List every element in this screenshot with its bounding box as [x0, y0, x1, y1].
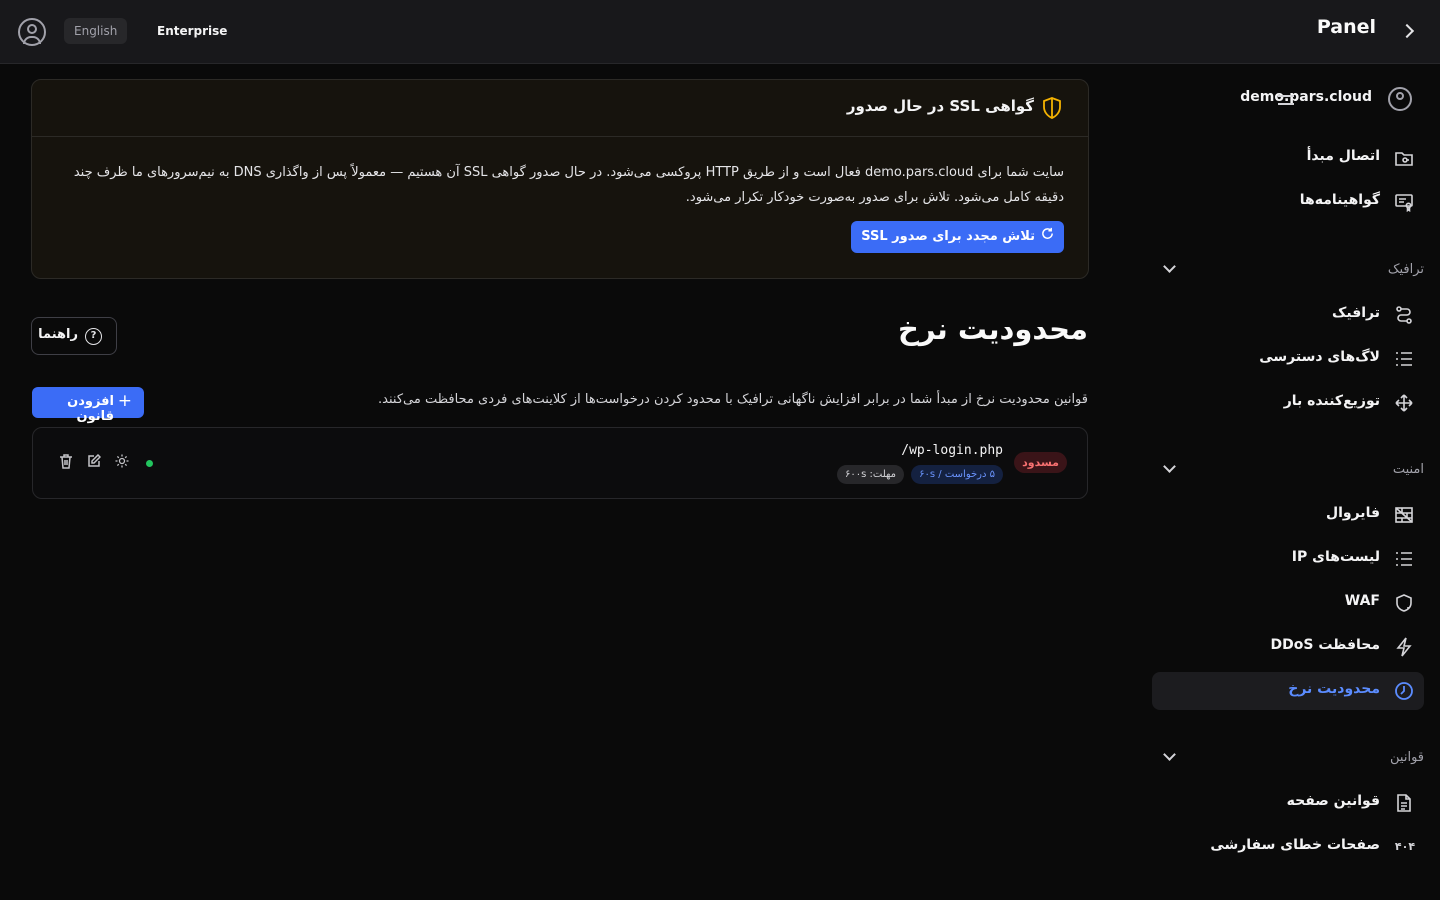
sidebar-item-ddos-protection[interactable]: محافظت DDoS [1152, 628, 1424, 666]
rule-path: /wp-login.php [901, 443, 1003, 458]
404-icon: ۴۰۴ [1394, 840, 1416, 853]
sidebar-item-label: فایروال [1325, 505, 1380, 521]
ssl-status-banner: گواهی SSL در حال صدور سایت شما برای demo… [31, 79, 1089, 279]
sidebar-item-label: ترافیک [1332, 305, 1380, 321]
add-rule-label: افزودن قانون [67, 394, 114, 424]
sidebar-item-firewall[interactable]: فایروال [1152, 496, 1424, 534]
shield-icon [1042, 97, 1062, 119]
retry-ssl-button[interactable]: تلاش مجدد برای صدور SSL [851, 221, 1064, 253]
plus-icon: + [117, 391, 132, 411]
sidebar-item-label: WAF [1344, 593, 1380, 609]
rate-chip: ۵ درخواست / ۶۰s [911, 465, 1003, 484]
action-badge: مسدود [1014, 452, 1067, 473]
sidebar-item-label: لاگ‌های دسترسی [1259, 349, 1380, 365]
section-label: ترافیک [1387, 262, 1424, 277]
rate-limit-rule-card: /wp-login.php مسدود ۵ درخواست / ۶۰s مهلت… [32, 427, 1088, 499]
refresh-icon [1041, 221, 1054, 253]
load-balancer-icon [1394, 393, 1414, 413]
sidebar-item-label: محدودیت نرخ [1288, 681, 1380, 697]
sidebar-item-access-logs[interactable]: لاگ‌های دسترسی [1152, 340, 1424, 378]
edit-icon[interactable] [86, 453, 102, 470]
sidebar-item-ip-lists[interactable]: لیست‌های IP [1152, 540, 1424, 578]
sidebar-item-traffic[interactable]: ترافیک [1152, 296, 1424, 334]
chevron-down-icon[interactable] [1163, 460, 1176, 473]
guide-button[interactable]: ? راهنما [31, 317, 117, 355]
banner-title: گواهی SSL در حال صدور [846, 97, 1034, 115]
status-indicator [146, 460, 153, 467]
sidebar-item-waf[interactable]: WAF [1152, 584, 1424, 622]
sidebar-collapse-icon[interactable] [1278, 95, 1294, 105]
sidebar-item-custom-error-pages[interactable]: ۴۰۴ صفحات خطای سفارشی [1152, 828, 1424, 866]
document-icon [1394, 793, 1414, 813]
timeout-chip: مهلت: ۶۰۰s [837, 465, 904, 484]
sidebar-item-load-balancer[interactable]: توزیع‌کننده بار [1152, 384, 1424, 422]
domain-name[interactable]: demo.pars.cloud [1240, 89, 1372, 105]
sun-icon[interactable] [114, 454, 130, 470]
domain-user-icon [1388, 87, 1412, 111]
sidebar-item-origin-connection[interactable]: اتصال مبدأ [1152, 139, 1424, 177]
help-icon: ? [85, 328, 102, 345]
plan-label: Enterprise [157, 24, 228, 38]
sidebar-section-security[interactable]: امنیت [1152, 460, 1424, 484]
firewall-icon [1394, 505, 1414, 525]
user-account-icon[interactable] [18, 18, 46, 46]
sidebar-item-certificates[interactable]: گواهینامه‌ها [1152, 183, 1424, 221]
folder-link-icon [1394, 148, 1414, 168]
trash-icon[interactable] [58, 454, 74, 470]
sidebar: demo.pars.cloud اتصال مبدأ گواهینامه‌ها … [1136, 65, 1440, 900]
panel-title: Panel [1316, 16, 1376, 38]
sidebar-item-label: توزیع‌کننده بار [1283, 393, 1380, 409]
sidebar-item-label: محافظت DDoS [1270, 637, 1380, 653]
add-rule-button[interactable]: + افزودن قانون [32, 387, 144, 424]
list-icon [1394, 349, 1414, 369]
sidebar-item-label: لیست‌های IP [1291, 549, 1380, 565]
sidebar-item-label: صفحات خطای سفارشی [1210, 837, 1380, 853]
sidebar-item-label: قوانین صفحه [1286, 793, 1380, 809]
language-switcher[interactable]: English [64, 18, 128, 44]
sidebar-item-label: اتصال مبدأ [1306, 148, 1380, 164]
chevron-right-icon[interactable] [1399, 23, 1415, 39]
clock-icon [1394, 681, 1414, 701]
banner-header: گواهی SSL در حال صدور [32, 80, 1088, 137]
sidebar-section-rules[interactable]: قوانین [1152, 748, 1424, 772]
page-title: محدودیت نرخ [897, 312, 1088, 346]
sidebar-item-label: گواهینامه‌ها [1299, 192, 1380, 208]
section-label: امنیت [1392, 462, 1424, 477]
shield-alert-icon [1394, 593, 1414, 613]
list-icon [1394, 549, 1414, 569]
certificate-icon [1394, 192, 1414, 213]
section-label: قوانین [1390, 750, 1424, 765]
banner-message: سایت شما برای demo.pars.cloud فعال است و… [73, 165, 1064, 205]
chevron-down-icon[interactable] [1163, 260, 1176, 273]
guide-label: راهنما [38, 327, 78, 342]
top-bar: English Enterprise Panel [0, 0, 1440, 64]
route-icon [1394, 305, 1414, 325]
sidebar-section-traffic[interactable]: ترافیک [1152, 260, 1424, 284]
sidebar-item-rate-limiting[interactable]: محدودیت نرخ [1152, 672, 1424, 710]
retry-ssl-label: تلاش مجدد برای صدور SSL [861, 229, 1035, 244]
page-description: قوانین محدودیت نرخ از مبدأ شما در برابر … [378, 392, 1088, 407]
lightning-icon [1394, 637, 1414, 657]
sidebar-item-page-rules[interactable]: قوانین صفحه [1152, 784, 1424, 822]
chevron-down-icon[interactable] [1163, 748, 1176, 761]
